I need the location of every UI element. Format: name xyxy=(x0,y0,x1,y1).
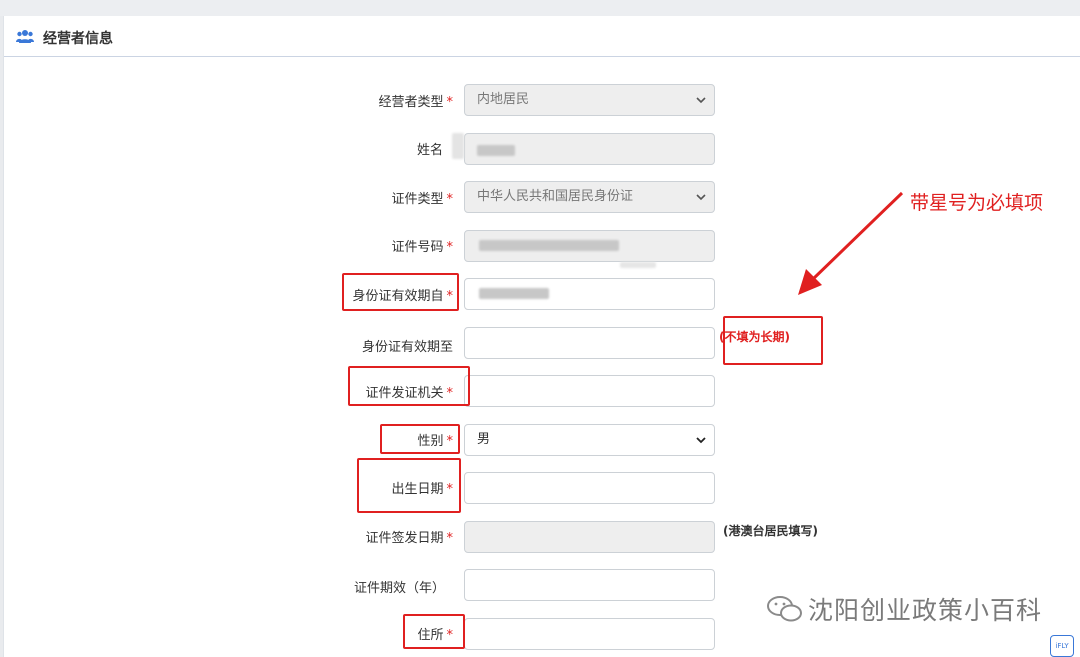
gender-value: 男 xyxy=(477,432,491,447)
top-bar xyxy=(0,0,1080,16)
highlight-gender xyxy=(380,424,460,454)
valid-to-label: 身份证有效期至 xyxy=(361,340,453,355)
highlight-issuing-authority xyxy=(348,366,470,406)
highlight-long-term-note xyxy=(723,316,823,365)
redaction-smear xyxy=(620,262,656,268)
id-type-label: 证件类型 * xyxy=(391,192,453,207)
residence-field[interactable] xyxy=(464,618,715,650)
id-number-field[interactable] xyxy=(464,230,715,262)
watermark-text: 沈阳创业政策小百科 xyxy=(808,596,1043,625)
wechat-icon xyxy=(767,596,802,622)
highlight-residence xyxy=(403,614,465,649)
issue-date-field[interactable] xyxy=(464,521,715,553)
chevron-down-icon xyxy=(696,97,706,104)
redacted-valid-from xyxy=(479,288,549,299)
chevron-down-icon xyxy=(696,194,706,201)
chevron-down-icon xyxy=(696,437,706,444)
redacted-name xyxy=(477,145,515,156)
operator-type-value: 内地居民 xyxy=(477,92,530,107)
valid-to-field[interactable] xyxy=(464,327,715,359)
birth-date-field[interactable] xyxy=(464,472,715,504)
validity-years-label: 证件期效（年） xyxy=(353,581,445,596)
redacted-id-number xyxy=(479,240,619,251)
operator-type-label: 经营者类型 * xyxy=(378,95,453,110)
annotation-arrow xyxy=(798,191,904,295)
issue-date-label: 证件签发日期 * xyxy=(365,531,453,546)
highlight-valid-from xyxy=(342,273,459,311)
valid-from-field[interactable] xyxy=(464,278,715,310)
panel-title: 经营者信息 xyxy=(43,31,113,47)
issue-date-note: (港澳台居民填写) xyxy=(723,524,818,538)
issuing-authority-field[interactable] xyxy=(464,375,715,407)
operator-type-select[interactable]: 内地居民 xyxy=(464,84,715,116)
ifly-float-button[interactable]: iFLY xyxy=(1050,635,1074,657)
required-hint-annotation: 带星号为必填项 xyxy=(910,192,1044,214)
name-field[interactable] xyxy=(464,133,715,165)
id-number-label: 证件号码 * xyxy=(391,240,453,255)
name-label: 姓名 xyxy=(416,143,443,158)
gender-select[interactable]: 男 xyxy=(464,424,715,456)
users-icon xyxy=(16,30,34,43)
highlight-birth-date xyxy=(357,458,461,513)
redaction-smear xyxy=(452,133,464,159)
id-type-select[interactable]: 中华人民共和国居民身份证 xyxy=(464,181,715,213)
id-type-value: 中华人民共和国居民身份证 xyxy=(477,189,634,204)
panel-header: 经营者信息 xyxy=(4,16,1080,57)
validity-years-field[interactable] xyxy=(464,569,715,601)
